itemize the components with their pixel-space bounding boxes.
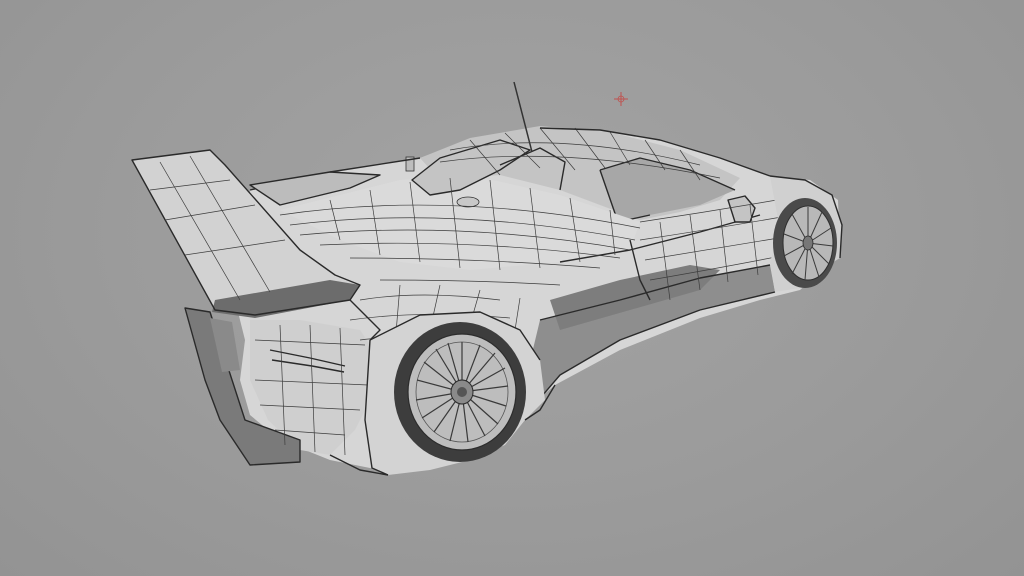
3d-viewport[interactable] — [0, 0, 1024, 576]
front-wheel[interactable] — [773, 198, 837, 288]
3d-cursor-icon[interactable] — [614, 92, 628, 106]
rear-wheel[interactable] — [394, 322, 526, 462]
3d-scene[interactable] — [0, 0, 1024, 576]
car-model[interactable] — [131, 81, 843, 476]
fuel-cap — [456, 196, 480, 208]
